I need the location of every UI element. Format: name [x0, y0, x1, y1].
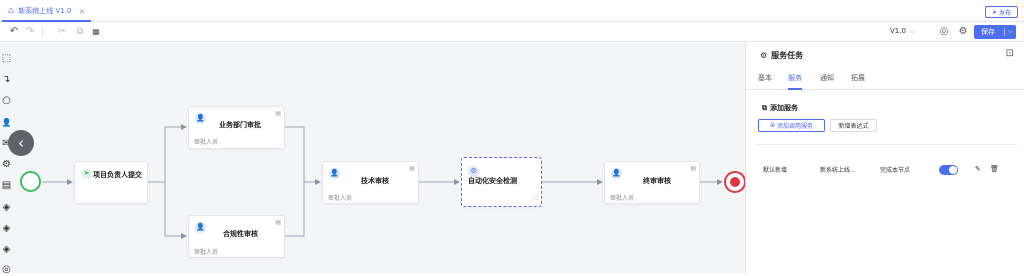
- expand-icon: ⛶: [533, 195, 538, 202]
- node-subtitle: 审批人员: [194, 139, 219, 146]
- edit-icon[interactable]: ✎: [975, 165, 981, 173]
- service-type: 默认新增: [763, 167, 788, 174]
- send-icon: ➤: [81, 168, 92, 179]
- node-title: 技术审核: [361, 177, 389, 185]
- parallel-gateway-icon[interactable]: ◈: [0, 222, 13, 235]
- publish-button[interactable]: ➤ 发布: [984, 6, 1018, 18]
- send-icon: ➤: [991, 8, 997, 16]
- start-event[interactable]: [20, 171, 41, 192]
- document-icon: ▤: [275, 219, 281, 226]
- copy-icon[interactable]: ⧉: [74, 26, 86, 38]
- tab-notify[interactable]: 通知: [820, 73, 834, 90]
- task-node-final-review[interactable]: 👤 终审审核 ▤ 审批人员: [604, 161, 700, 204]
- node-subtitle: 审批人员: [194, 249, 219, 256]
- node-title: 终审审核: [643, 177, 671, 185]
- flow-edges: [42, 124, 723, 239]
- task-node-auto-security[interactable]: ⚙ 自动化安全检测 ⛶: [461, 157, 542, 207]
- undo-icon[interactable]: ↶: [8, 26, 20, 38]
- redo-icon[interactable]: ↷: [24, 26, 36, 38]
- document-icon: ▤: [409, 165, 415, 172]
- plus-circle-icon: ⊕: [769, 122, 775, 129]
- tab-service[interactable]: 服务: [788, 73, 802, 90]
- edge-submit-compliance: [148, 181, 187, 239]
- process-canvas[interactable]: ➤ 项目负责人提交 👤 业务部门审批 ▤ 审批人员 👤 合规性审核 ▤ 审批人员…: [0, 42, 745, 273]
- edge-compliance-tech: [285, 182, 305, 237]
- service-icon: ⧉: [762, 103, 767, 112]
- document-icon: ▤: [690, 165, 696, 172]
- version-select[interactable]: V1.0 ⌵: [890, 27, 914, 36]
- end-event-icon[interactable]: ◎: [0, 263, 13, 276]
- tab-title: 新系统上线 V1.0: [18, 7, 72, 15]
- node-title: 项目负责人提交: [93, 171, 142, 179]
- tab-process[interactable]: ♺ 新系统上线 V1.0 ×: [2, 2, 92, 22]
- top-tab-bar: ♺ 新系统上线 V1.0 × ➤ 发布: [0, 0, 1024, 22]
- exclusive-gateway-icon[interactable]: ◈: [0, 201, 13, 214]
- service-name: 新系统上线...: [820, 167, 856, 174]
- node-title: 自动化安全检测: [468, 177, 517, 185]
- task-node-compliance[interactable]: 👤 合规性审核 ▤ 审批人员: [188, 215, 285, 258]
- task-node-dept-review[interactable]: 👤 业务部门审批 ▤ 审批人员: [188, 106, 285, 149]
- service-enabled-toggle[interactable]: [939, 165, 958, 175]
- preview-icon[interactable]: ◎: [938, 26, 950, 38]
- start-event-icon[interactable]: ○: [0, 94, 13, 107]
- user-icon: 👤: [329, 168, 340, 179]
- add-expression-button[interactable]: 新增表达式: [830, 119, 877, 132]
- service-row: 默认新增 新系统上线... 完成本节点 ✎ 🗑: [746, 165, 1024, 177]
- paste-icon[interactable]: ▦: [90, 26, 102, 38]
- select-tool-icon[interactable]: ⬚: [0, 52, 13, 65]
- save-dropdown-icon[interactable]: ⌵: [1004, 28, 1016, 36]
- chevron-down-icon: ⌵: [909, 28, 915, 35]
- toolbar-divider: [42, 27, 43, 37]
- add-service-button[interactable]: ⊕ 添加调用服务: [758, 119, 825, 132]
- element-palette: ⬚ ↴ ○ 👤 ✉ ⚙ ▤ ◈ ◈ ◈ ◎: [0, 42, 14, 276]
- node-subtitle: 审批人员: [610, 195, 635, 202]
- collapse-palette-button[interactable]: ‹: [8, 130, 34, 156]
- document-icon: ▤: [275, 110, 281, 117]
- divider: [756, 144, 1018, 145]
- edge-dept-tech: [285, 126, 321, 185]
- task-node-submit[interactable]: ➤ 项目负责人提交: [74, 161, 148, 204]
- end-event[interactable]: [724, 171, 746, 193]
- gear-icon: ⚙: [760, 51, 768, 60]
- user-icon: 👤: [195, 113, 206, 124]
- tab-basic[interactable]: 基本: [758, 73, 772, 90]
- properties-panel: ⚙ 服务任务 ⊡ 基本 服务 通知 拓展 ⧉ 添加服务 ⊕ 添加调用服务 新增表…: [745, 42, 1024, 273]
- user-icon: 👤: [195, 222, 206, 233]
- gear-icon[interactable]: ⚙: [957, 26, 969, 38]
- save-button[interactable]: 保存 ⌵: [974, 25, 1016, 39]
- node-title: 合规性审核: [223, 230, 258, 238]
- script-task-icon[interactable]: ▤: [0, 179, 13, 192]
- user-task-icon[interactable]: 👤: [0, 116, 13, 129]
- cut-icon[interactable]: ✂: [56, 26, 68, 38]
- panel-tabs: 基本 服务 通知 拓展: [746, 70, 1024, 90]
- inclusive-gateway-icon[interactable]: ◈: [0, 243, 13, 256]
- editor-toolbar: ↶ ↷ ✂ ⧉ ▦ V1.0 ⌵ ◎ ⚙ 保存 ⌵: [0, 22, 1024, 42]
- node-title: 业务部门审批: [219, 121, 261, 129]
- task-node-tech-review[interactable]: 👤 技术审核 ▤ 审批人员: [322, 161, 419, 204]
- tab-extend[interactable]: 拓展: [851, 73, 865, 90]
- delete-icon[interactable]: 🗑: [990, 165, 999, 173]
- close-tab-icon[interactable]: ×: [78, 7, 85, 16]
- unlock-icon[interactable]: ⊡: [1006, 48, 1014, 59]
- service-task-icon[interactable]: ⚙: [0, 158, 13, 171]
- flow-icon: ♺: [8, 7, 15, 15]
- user-icon: 👤: [611, 168, 622, 179]
- service-trigger: 完成本节点: [880, 167, 911, 174]
- node-subtitle: 审批人员: [328, 195, 353, 202]
- section-title: ⧉ 添加服务: [762, 103, 798, 113]
- edge-submit-dept: [148, 124, 187, 183]
- panel-title: ⚙ 服务任务: [760, 51, 804, 60]
- connect-tool-icon[interactable]: ↴: [0, 73, 13, 86]
